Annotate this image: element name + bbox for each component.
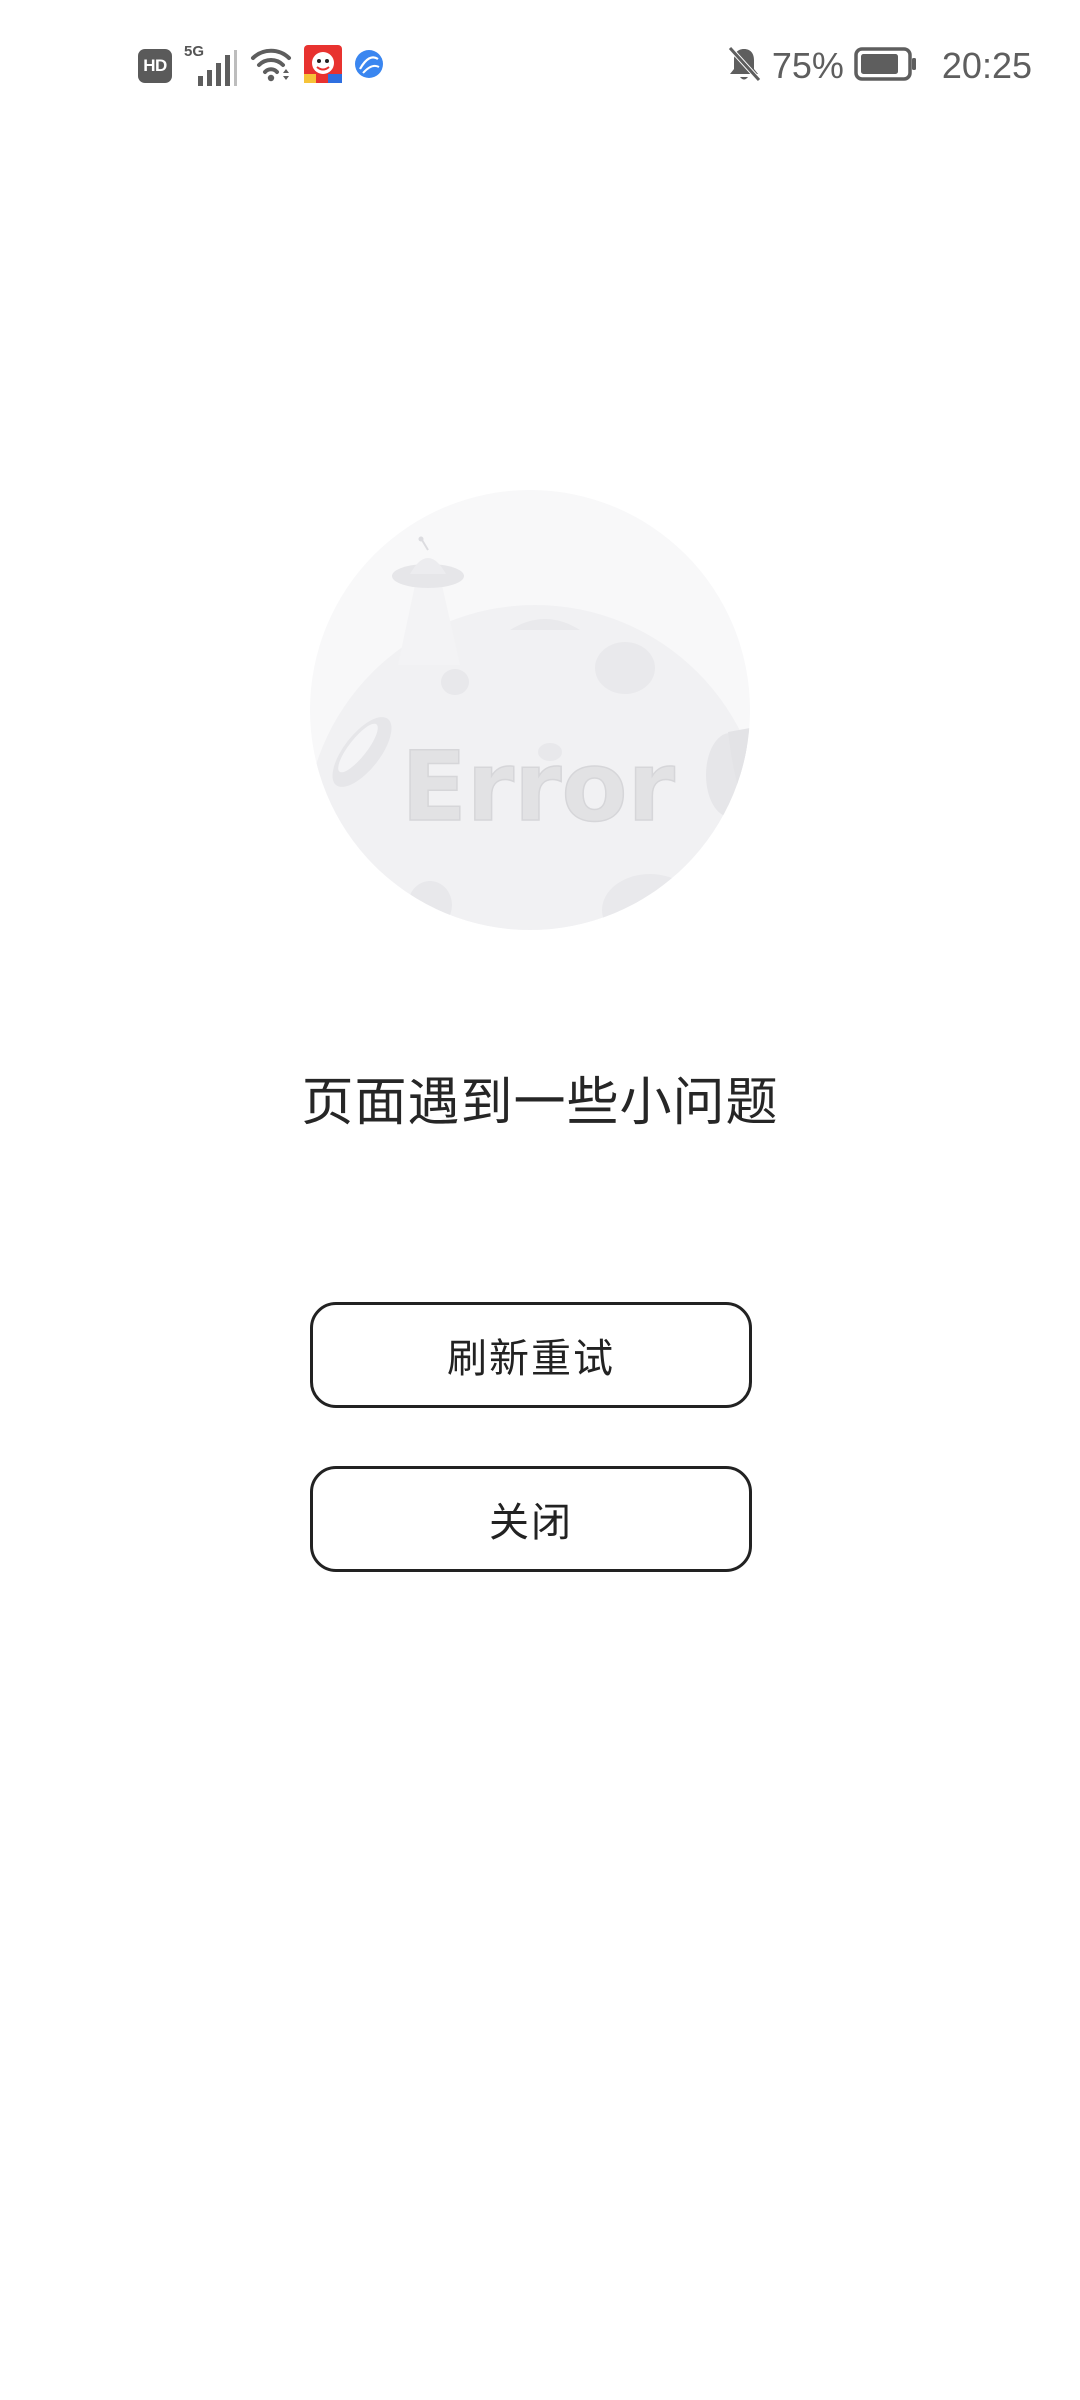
browser-icon (354, 49, 384, 83)
clock: 20:25 (941, 45, 1032, 86)
battery-icon (854, 47, 918, 85)
wifi-icon (250, 46, 292, 86)
close-label: 关闭 (489, 1500, 573, 1546)
status-bar: HD 5G 75% 20:25 (0, 0, 1080, 132)
error-illustration-text: Error (401, 731, 675, 843)
refresh-retry-button[interactable]: 刷新重试 (310, 1302, 752, 1408)
close-button[interactable]: 关闭 (310, 1466, 752, 1572)
signal-icon: 5G (184, 44, 238, 88)
error-message: 页面遇到一些小问题 (301, 1073, 779, 1133)
refresh-retry-label: 刷新重试 (447, 1336, 615, 1382)
error-illustration: Error (310, 490, 750, 930)
status-bar-right: 75% 20:25 (726, 44, 1032, 88)
status-bar-left: HD 5G (138, 44, 384, 88)
mute-icon (726, 45, 762, 87)
battery-percent: 75% (771, 45, 844, 86)
hd-icon: HD (138, 49, 172, 83)
app-notification-icon (304, 45, 342, 87)
